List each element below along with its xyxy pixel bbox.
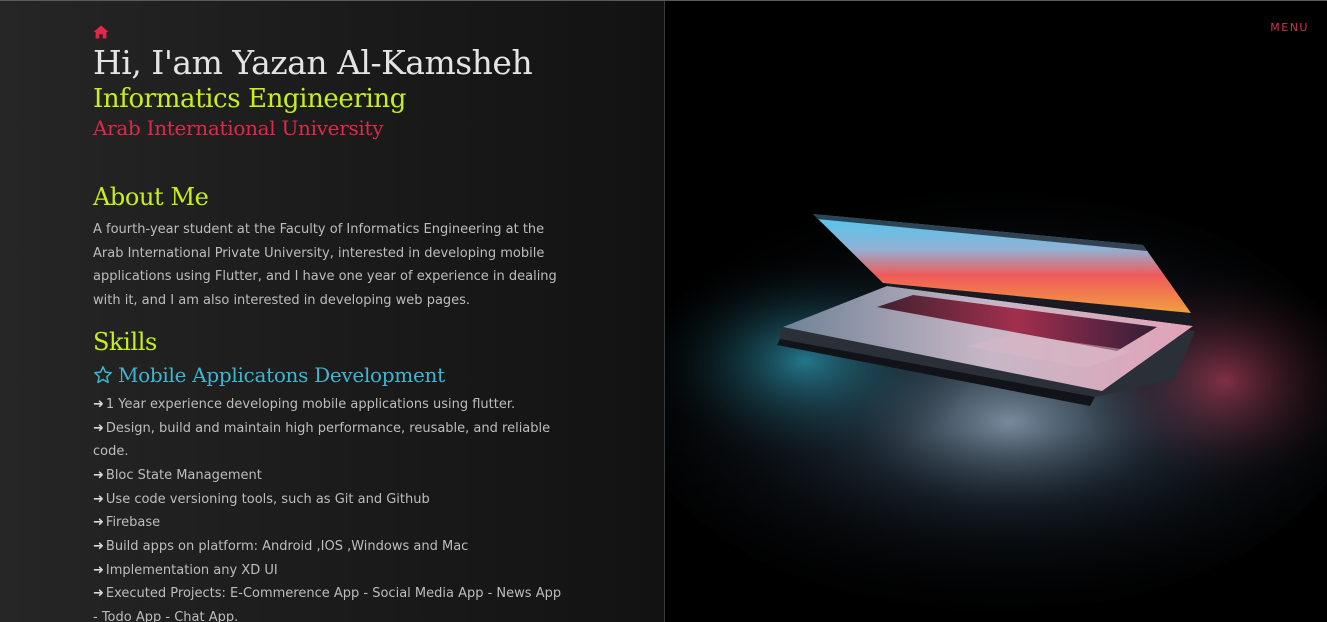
left-panel: Hi, I'am Yazan Al-Kamsheh Informatics En… [0,1,664,622]
arrow-icon: ➜ [93,515,104,531]
arrow-icon: ➜ [93,396,104,412]
skill-item-text: Firebase [105,515,161,531]
content-column: Hi, I'am Yazan Al-Kamsheh Informatics En… [93,25,573,622]
skill-category-label: Mobile Applicatons Development [118,362,445,387]
list-item: ➜ Bloc State Management [93,464,568,488]
arrow-icon: ➜ [93,491,104,507]
hero-role: Informatics Engineering [93,84,406,114]
list-item: ➜ Implementation any XD UI [93,559,568,583]
arrow-icon: ➜ [93,467,104,483]
skill-category: Mobile Applicatons Development [93,362,573,388]
menu-button[interactable]: MENU [1270,21,1309,34]
list-item: ➜ Build apps on platform: Android ,IOS ,W… [93,535,568,559]
skill-item-text: Executed Projects: E-Commerence App - So… [93,586,562,622]
star-icon [94,365,112,383]
skill-list: ➜ 1 Year experience developing mobile app… [93,393,568,622]
list-item: ➜ Design, build and maintain high perform… [93,417,568,464]
list-item: ➜ Use code versioning tools, such as Git … [93,488,568,512]
skill-item-text: Design, build and maintain high performa… [93,420,551,460]
skills-title: Skills [93,327,157,356]
arrow-icon: ➜ [93,562,104,578]
list-item: ➜ 1 Year experience developing mobile app… [93,393,568,417]
about-text: A fourth-year student at the Faculty of … [93,222,557,309]
arrow-icon: ➜ [93,420,104,436]
skill-item-text: Build apps on platform: Android ,IOS ,Wi… [105,539,469,555]
arrow-icon: ➜ [93,539,104,555]
right-panel: MENU [665,1,1327,622]
skill-item-text: Bloc State Management [105,467,262,483]
about-title: About Me [93,183,209,211]
skill-item-text: 1 Year experience developing mobile appl… [105,396,516,412]
arrow-icon: ➜ [93,586,104,602]
skill-item-text: Use code versioning tools, such as Git a… [105,491,430,507]
hero-university: Arab International University [93,116,384,140]
skill-item-text: Implementation any XD UI [105,562,278,578]
list-item: ➜ Executed Projects: E-Commerence App - S… [93,582,568,622]
list-item: ➜ Firebase [93,511,568,535]
laptop-photo [665,1,1327,622]
home-icon[interactable] [93,25,109,39]
hero-name: Hi, I'am Yazan Al-Kamsheh [93,43,533,82]
